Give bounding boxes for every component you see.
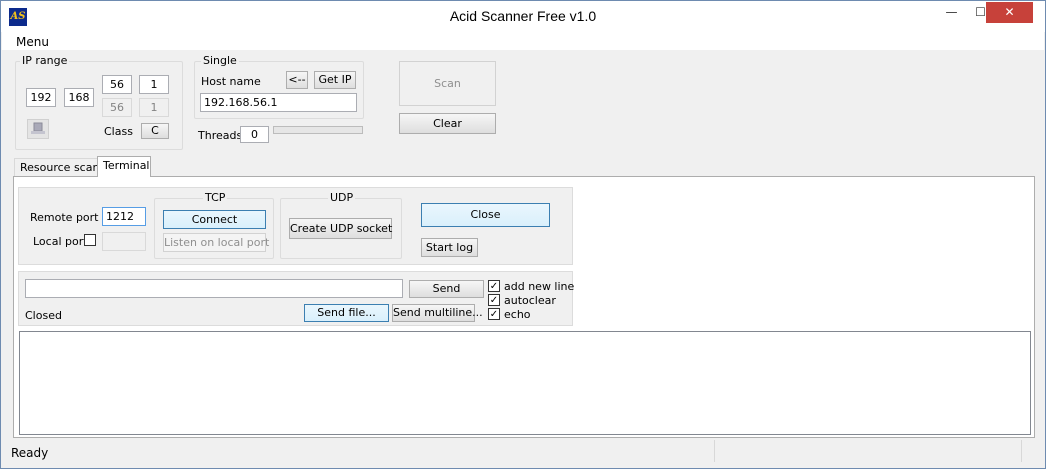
clear-button[interactable]: Clear: [399, 113, 496, 134]
ip-octet3-to-input: 56: [102, 98, 132, 117]
send-file-button[interactable]: Send file...: [304, 304, 389, 322]
network-icon: [31, 122, 45, 134]
network-icon-button[interactable]: [27, 119, 49, 139]
ip-octet3-from-input[interactable]: 56: [102, 75, 132, 94]
connection-status: Closed: [25, 309, 62, 322]
close-connection-button[interactable]: Close: [421, 203, 550, 227]
send-text-input[interactable]: [25, 279, 403, 298]
ip-octet4-from-input[interactable]: 1: [139, 75, 169, 94]
echo-label: echo: [504, 308, 531, 321]
title-bar: AS Acid Scanner Free v1.0 — ☐ ✕: [1, 1, 1045, 32]
main-window: AS Acid Scanner Free v1.0 — ☐ ✕ Menu IP …: [0, 0, 1046, 469]
tab-terminal[interactable]: Terminal: [97, 156, 151, 177]
udp-title: UDP: [328, 191, 356, 204]
create-udp-socket-button[interactable]: Create UDP socket: [289, 218, 392, 239]
autoclear-checkbox[interactable]: ✓: [488, 294, 500, 306]
send-multiline-button[interactable]: Send multiline...: [392, 304, 483, 322]
terminal-output[interactable]: [19, 331, 1031, 435]
connect-button[interactable]: Connect: [163, 210, 266, 229]
close-window-button[interactable]: ✕: [986, 2, 1033, 23]
host-name-label: Host name: [201, 75, 261, 88]
threads-label: Threads: [198, 129, 243, 142]
ip-octet2-input[interactable]: 168: [64, 88, 94, 107]
send-button[interactable]: Send: [409, 280, 484, 298]
host-name-input[interactable]: 192.168.56.1: [200, 93, 357, 112]
local-port-input: [102, 232, 146, 251]
menu-item-menu[interactable]: Menu: [16, 35, 49, 49]
ip-range-title: IP range: [20, 54, 70, 67]
add-new-line-checkbox[interactable]: ✓: [488, 280, 500, 292]
remote-port-label: Remote port: [30, 211, 99, 224]
window-title: Acid Scanner Free v1.0: [449, 8, 597, 24]
local-port-label: Local port: [33, 235, 88, 248]
status-bar: Ready: [2, 440, 1044, 468]
status-text: Ready: [11, 446, 49, 460]
add-new-line-label: add new line: [504, 280, 575, 293]
status-separator: [714, 440, 715, 462]
start-log-button[interactable]: Start log: [421, 238, 478, 257]
threads-value: 0: [240, 126, 269, 143]
threads-progress: [273, 126, 363, 134]
status-separator: [1021, 440, 1022, 462]
ip-octet1-input[interactable]: 192: [26, 88, 56, 107]
arrow-left-button[interactable]: <--: [286, 71, 308, 89]
tcp-title: TCP: [203, 191, 228, 204]
menu-bar: Menu: [2, 32, 1044, 50]
tab-resource-scan[interactable]: Resource scan: [14, 158, 99, 176]
local-port-checkbox[interactable]: [84, 234, 96, 246]
get-ip-button[interactable]: Get IP: [314, 71, 356, 89]
class-button[interactable]: C: [141, 123, 169, 139]
single-title: Single: [201, 54, 239, 67]
ip-octet4-to-input: 1: [139, 98, 169, 117]
echo-checkbox[interactable]: ✓: [488, 308, 500, 320]
remote-port-input[interactable]: 1212: [102, 207, 146, 226]
minimize-button[interactable]: —: [938, 2, 965, 23]
autoclear-label: autoclear: [504, 294, 556, 307]
listen-local-port-button: Listen on local port: [163, 233, 269, 252]
class-label: Class: [104, 125, 133, 138]
scan-button[interactable]: Scan: [399, 61, 496, 106]
